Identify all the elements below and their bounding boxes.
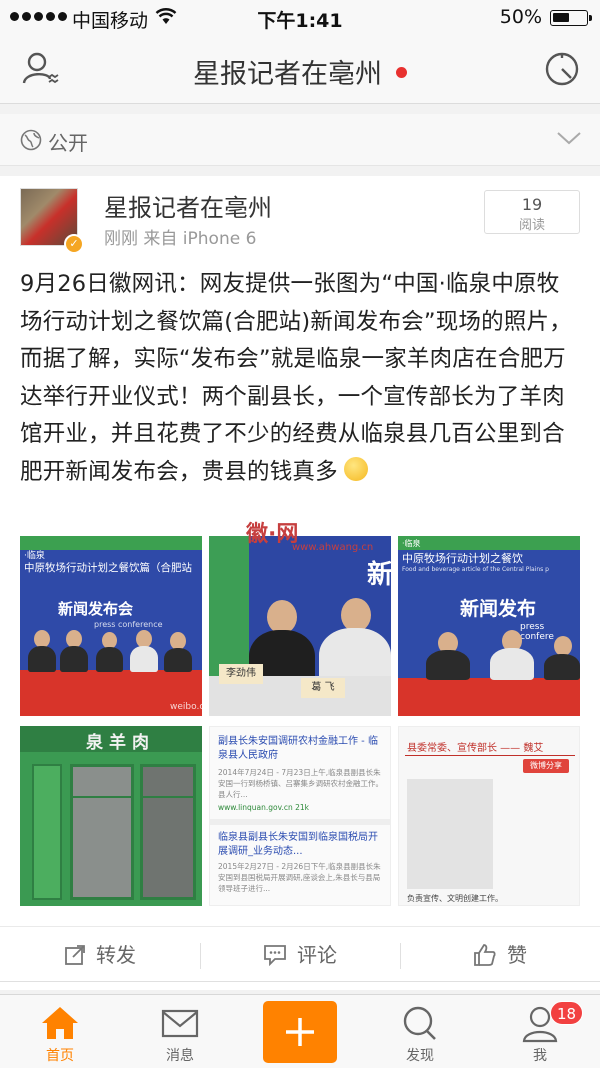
profile-title: 县委常委、宣传部长 —— 魏艾	[407, 743, 544, 754]
tab-discover[interactable]: 发现	[360, 995, 480, 1068]
tab-messages[interactable]: 消息	[120, 995, 240, 1068]
board-text: 新闻发布会	[58, 600, 134, 618]
result-1-title: 副县长朱安国调研农村金融工作 - 临泉县人民政府	[218, 736, 378, 761]
storefront-sign: 泉羊肉	[86, 733, 155, 753]
plus-icon	[286, 1018, 314, 1046]
status-bar: 中国移动 下午1:41 50%	[0, 0, 600, 34]
board-subtitle: press confere	[520, 622, 554, 642]
banner-prefix: ·临泉	[402, 539, 421, 548]
result-1-url: www.linquan.gov.cn 21k	[218, 803, 310, 812]
page-title-text: 星报记者在亳州	[193, 59, 382, 90]
tab-home[interactable]: 首页	[0, 995, 120, 1068]
radar-icon[interactable]	[542, 49, 582, 89]
name-card-1: 李劲伟	[219, 664, 263, 684]
banner-title: 中原牧场行动计划之餐饮	[402, 552, 523, 565]
repost-label: 转发	[96, 943, 136, 967]
site-watermark-logo: 徽·网	[246, 522, 299, 547]
photo-storefront[interactable]: 泉羊肉	[20, 726, 202, 906]
battery-icon	[550, 10, 592, 26]
photo-officials-table[interactable]: 新 李劲伟 葛 飞	[209, 536, 391, 716]
post-card: ✓ 星报记者在亳州 刚刚 来自 iPhone 6 19 阅读 9月26日徽网讯：…	[0, 176, 600, 990]
board-text: 新闻发布	[460, 598, 537, 620]
tab-home-label: 首页	[46, 1048, 74, 1064]
result-1-snippet: 2014年7月24日 - 7月23日上午,临泉县副县长朱安国一行到杨桥镇、吕寨集…	[218, 768, 383, 799]
tab-discover-label: 发现	[406, 1048, 434, 1064]
comment-button[interactable]: 评论	[200, 927, 400, 983]
like-button[interactable]: 赞	[400, 927, 600, 983]
tab-me-label: 我	[533, 1048, 547, 1064]
repost-button[interactable]: 转发	[0, 927, 200, 983]
like-label: 赞	[507, 943, 527, 967]
read-label: 阅读	[518, 218, 545, 233]
nav-bar: 星报记者在亳州	[0, 34, 600, 104]
photo-press-conference-1[interactable]: ·临泉 中原牧场行动计划之餐饮篇（合肥站 新闻发布会 press confere…	[20, 536, 202, 716]
tab-me[interactable]: 我	[480, 995, 600, 1068]
battery-percent: 50%	[499, 6, 542, 28]
home-icon	[42, 1007, 78, 1039]
board-side-text: 新	[367, 560, 391, 590]
live-dot	[396, 67, 407, 78]
comment-icon	[264, 944, 286, 966]
photo-search-results[interactable]: 副县长朱安国调研农村金融工作 - 临泉县人民政府 2014年7月24日 - 7月…	[209, 726, 391, 906]
post-body: 9月26日徽网讯：网友提供一张图为“中国·临泉中原牧场行动计划之餐饮篇(合肥站)…	[20, 266, 582, 491]
search-icon	[403, 1006, 436, 1040]
notification-badge: 18	[550, 1001, 584, 1025]
page-title: 星报记者在亳州	[0, 52, 600, 91]
image-grid: ·临泉 中原牧场行动计划之餐饮篇（合肥站 新闻发布会 press confere…	[20, 522, 580, 906]
profile-caption: 负责宣传、文明创建工作。	[407, 894, 503, 903]
read-count: 19	[521, 195, 543, 214]
banner-title: 中原牧场行动计划之餐饮篇（合肥站	[24, 562, 192, 574]
repost-icon	[65, 944, 85, 965]
verified-badge-icon: ✓	[64, 234, 84, 254]
globe-icon	[20, 129, 42, 151]
post-meta: 刚刚 来自 iPhone 6	[104, 229, 257, 249]
thinking-emoji-icon	[343, 457, 368, 481]
tab-bar: 首页 消息 发现 我 18	[0, 994, 600, 1068]
post-text: 9月26日徽网讯：网友提供一张图为“中国·临泉中原牧场行动计划之餐饮篇(合肥站)…	[20, 271, 572, 485]
thumbs-up-icon	[474, 943, 496, 966]
result-2-title: 临泉县副县长朱安国到临泉国税局开展调研_业务动态...	[218, 832, 378, 857]
board-subtitle: press conference	[94, 620, 163, 629]
post-action-bar: 转发 评论 赞	[0, 926, 600, 982]
comment-label: 评论	[297, 943, 337, 967]
site-watermark-url: www.ahwang.cn	[292, 542, 374, 553]
result-2-snippet: 2015年2月27日 - 2月26日下午,临泉县副县长朱安国到县国税局开展调研,…	[218, 862, 381, 893]
photo-official-profile[interactable]: 县委常委、宣传部长 —— 魏艾 微博分享 负责宣传、文明创建工作。	[398, 726, 580, 906]
chevron-down-icon[interactable]	[556, 130, 582, 146]
tab-messages-label: 消息	[166, 1048, 194, 1064]
visibility-label: 公开	[48, 131, 88, 155]
weibo-watermark: weibo.co	[170, 702, 202, 712]
envelope-icon	[161, 1009, 199, 1038]
visibility-selector[interactable]: 公开	[0, 114, 600, 166]
banner-en: Food and beverage article of the Central…	[402, 566, 549, 573]
compose-button[interactable]	[263, 1001, 337, 1063]
name-card-2: 葛 飞	[301, 678, 345, 698]
profile-share-button: 微博分享	[523, 759, 569, 773]
photo-press-conference-2[interactable]: ·临泉 中原牧场行动计划之餐饮 Food and beverage articl…	[398, 536, 580, 716]
author-name[interactable]: 星报记者在亳州	[104, 188, 272, 223]
read-count-box: 19 阅读	[484, 190, 580, 234]
